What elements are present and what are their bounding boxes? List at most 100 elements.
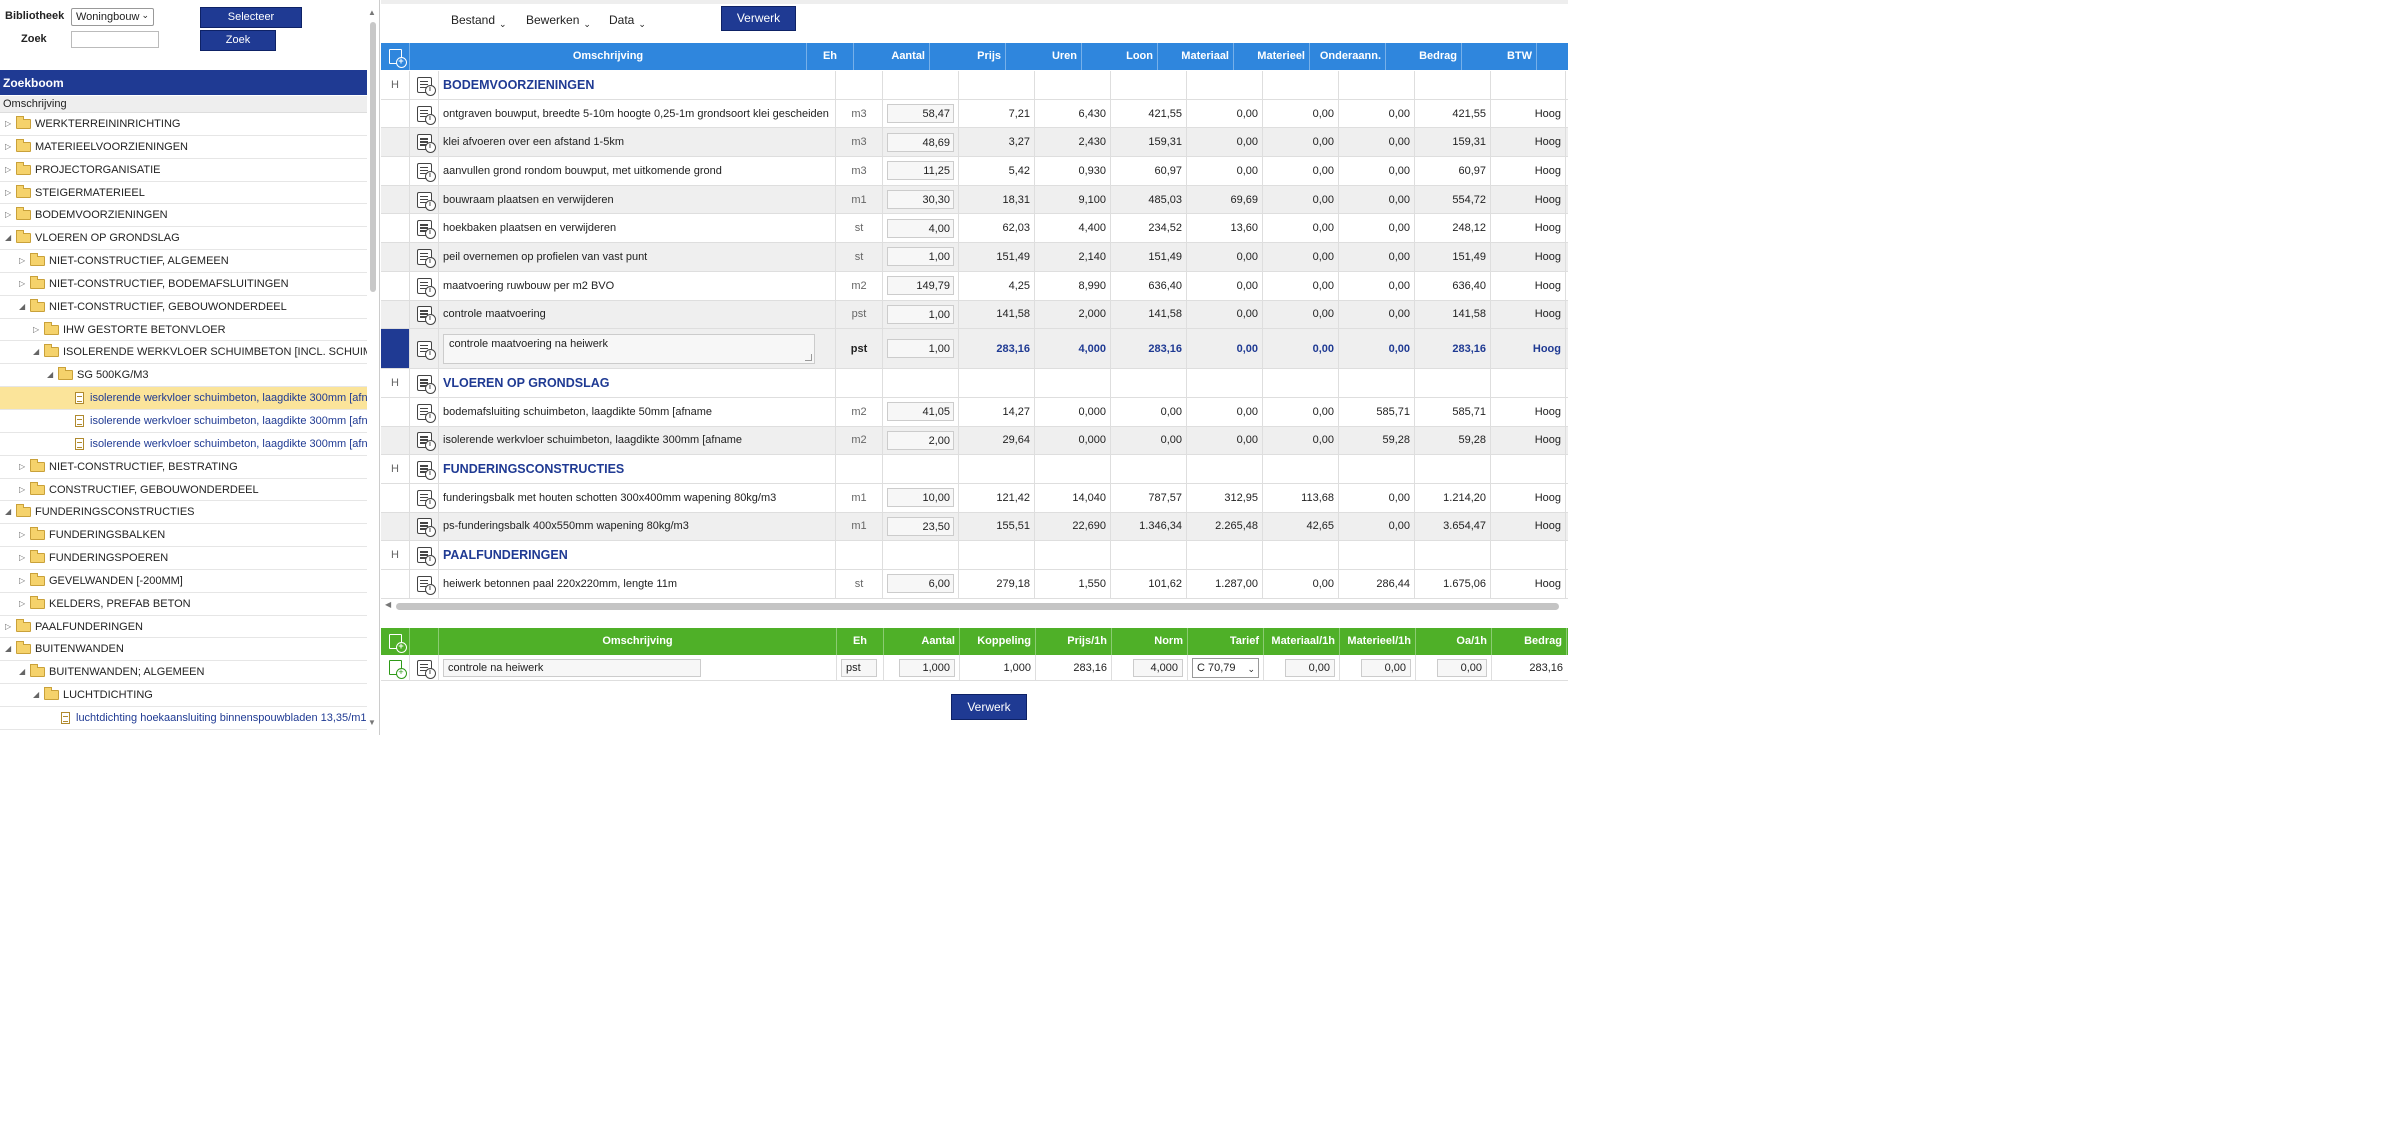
aantal-input[interactable]: 23,50 [887, 516, 954, 536]
row-info-cell[interactable] [410, 243, 439, 271]
aantal-input[interactable]: 58,47 [887, 104, 954, 124]
tree-node[interactable]: ◢ SG 500KG/M3 [0, 364, 367, 388]
info-cell[interactable] [410, 655, 439, 680]
row-info-cell[interactable] [410, 570, 439, 598]
menu-bestand[interactable]: Bestand ⌄ [451, 13, 507, 29]
bibliotheek-select[interactable]: Woningbouw ⌄ [71, 8, 154, 26]
aantal-input[interactable]: 1,00 [887, 339, 954, 359]
row-marker[interactable] [381, 397, 410, 426]
row-marker[interactable] [381, 128, 410, 157]
row-info-cell[interactable] [410, 483, 439, 512]
new-document-icon[interactable] [388, 634, 407, 653]
table-row[interactable]: maatvoering ruwbouw per m2 BVOm2149,794,… [381, 271, 1568, 301]
calculator-info-icon[interactable] [416, 575, 436, 595]
tree-node[interactable]: ▷ PAALFUNDERINGEN [0, 616, 367, 639]
expand-icon[interactable]: ▷ [5, 159, 11, 181]
row-info-cell[interactable] [410, 271, 439, 300]
tree-scrollbar[interactable]: ▲ ▼ [368, 8, 378, 728]
expand-icon[interactable]: ▷ [33, 319, 39, 341]
sub-materiaal-input[interactable]: 0,00 [1285, 658, 1335, 677]
tree-leaf[interactable]: isolerende werkvloer schuimbeton, laagdi… [0, 433, 367, 456]
collapse-icon[interactable]: ◢ [19, 296, 25, 318]
row-info-cell[interactable] [410, 426, 439, 455]
row-marker[interactable] [381, 570, 410, 598]
row-marker[interactable] [381, 300, 410, 329]
scroll-up-icon[interactable]: ▲ [368, 8, 376, 17]
calculator-info-icon[interactable] [416, 432, 436, 452]
calculator-info-icon[interactable] [416, 518, 436, 538]
tree-node[interactable]: ▷ NIET-CONSTRUCTIEF, BESTRATING [0, 456, 367, 479]
expand-icon[interactable]: ▷ [19, 593, 25, 615]
aantal-input[interactable]: 10,00 [887, 488, 954, 508]
row-info-cell[interactable] [410, 512, 439, 541]
aantal-input[interactable]: 11,25 [887, 161, 954, 181]
row-info-cell[interactable] [410, 128, 439, 157]
collapse-icon[interactable]: ◢ [5, 227, 11, 249]
aantal-input[interactable]: 41,05 [887, 402, 954, 422]
calculator-info-icon[interactable] [416, 659, 436, 679]
select-library-button[interactable]: Selecteer bibliotheek [200, 7, 302, 42]
expand-icon[interactable]: ▷ [5, 204, 11, 226]
tree-node[interactable]: ▷ NIET-CONSTRUCTIEF, BODEMAFSLUITINGEN [0, 273, 367, 296]
new-subrow-header-cell[interactable] [381, 628, 410, 655]
tree-node[interactable]: ▷ WERKTERREININRICHTING [0, 113, 367, 136]
expand-icon[interactable]: ▷ [19, 547, 25, 569]
tree-node[interactable]: ◢ FUNDERINGSCONSTRUCTIES [0, 501, 367, 525]
collapse-icon[interactable]: ◢ [19, 661, 25, 683]
calculator-info-icon[interactable] [416, 162, 436, 182]
expand-icon[interactable]: ▷ [19, 273, 25, 295]
tree-node[interactable]: ◢ BUITENWANDEN; ALGEMEEN [0, 661, 367, 685]
menu-bewerken[interactable]: Bewerken ⌄ [526, 13, 591, 29]
calculator-info-icon[interactable] [416, 340, 436, 360]
row-info-cell[interactable] [410, 99, 439, 128]
row-info-cell[interactable] [410, 71, 439, 99]
tree-node[interactable]: ▷ FUNDERINGSBALKEN [0, 524, 367, 548]
expand-icon[interactable]: ▷ [5, 136, 11, 158]
row-info-cell[interactable] [410, 541, 439, 569]
selected-row[interactable]: controle maatvoering na heiwerkpst1,0028… [381, 329, 1568, 370]
calculator-info-icon[interactable] [416, 461, 436, 481]
row-marker[interactable] [381, 214, 410, 243]
group-header-row[interactable]: H PAALFUNDERINGEN [381, 541, 1568, 570]
tree-node[interactable]: ▷ BODEMVOORZIENINGEN [0, 204, 367, 228]
table-row[interactable]: hoekbaken plaatsen en verwijderenst4,006… [381, 214, 1568, 244]
aantal-input[interactable]: 4,00 [887, 218, 954, 238]
tree-node[interactable]: ▷ FUNDERINGSPOEREN [0, 547, 367, 570]
aantal-input[interactable]: 48,69 [887, 132, 954, 152]
row-marker[interactable]: H [381, 541, 410, 569]
verwerk-bottom-button[interactable]: Verwerk [951, 694, 1027, 720]
group-header-row[interactable]: H VLOEREN OP GRONDSLAG [381, 369, 1568, 398]
tree-node[interactable]: ▷ GEVELWANDEN [-200MM] [0, 570, 367, 593]
calculator-info-icon[interactable] [416, 191, 436, 211]
expand-icon[interactable]: ▷ [19, 524, 25, 546]
row-marker[interactable] [381, 483, 410, 512]
calculator-info-icon[interactable] [416, 489, 436, 509]
table-scrollbar[interactable]: ◀ [381, 600, 1568, 612]
calculator-info-icon[interactable] [416, 277, 436, 297]
table-row[interactable]: funderingsbalk met houten schotten 300x4… [381, 483, 1568, 513]
table-row[interactable]: aanvullen grond rondom bouwput, met uitk… [381, 157, 1568, 186]
expand-icon[interactable]: ▷ [19, 250, 25, 272]
tree-node[interactable]: ◢ ISOLERENDE WERKVLOER SCHUIMBETON [INCL.… [0, 341, 367, 365]
table-row[interactable]: bodemafsluiting schuimbeton, laagdikte 5… [381, 397, 1568, 427]
tree-node[interactable]: ▷ NIET-CONSTRUCTIEF, ALGEMEEN [0, 250, 367, 273]
calculator-info-icon[interactable] [416, 547, 436, 567]
table-row[interactable]: bouwraam plaatsen en verwijderenm130,301… [381, 185, 1568, 215]
row-info-cell[interactable] [410, 214, 439, 243]
calculator-info-icon[interactable] [416, 248, 436, 268]
aantal-input[interactable]: 6,00 [887, 574, 954, 594]
scrollbar-thumb[interactable] [370, 22, 376, 292]
table-row[interactable]: klei afvoeren over een afstand 1-5kmm348… [381, 128, 1568, 158]
row-marker[interactable] [381, 426, 410, 455]
tree-node[interactable]: ▷ PROJECTORGANISATIE [0, 159, 367, 182]
sub-norm-input[interactable]: 4,000 [1133, 658, 1183, 677]
expand-icon[interactable]: ▷ [5, 182, 11, 204]
calculator-info-icon[interactable] [416, 375, 436, 395]
scroll-down-icon[interactable]: ▼ [368, 718, 376, 727]
calculator-info-icon[interactable] [416, 403, 436, 423]
collapse-icon[interactable]: ◢ [33, 684, 39, 706]
new-document-icon[interactable] [388, 49, 407, 68]
row-marker[interactable] [381, 512, 410, 541]
tree-node[interactable]: ◢ VLOEREN OP GRONDSLAG [0, 227, 367, 251]
calculator-info-icon[interactable] [416, 105, 436, 125]
